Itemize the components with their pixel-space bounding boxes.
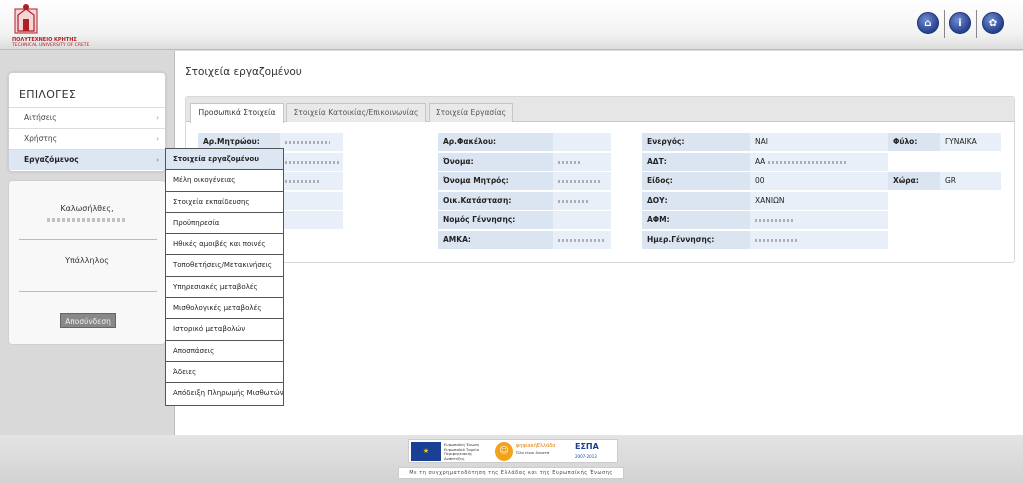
submenu-item-family-members[interactable]: Μέλη οικογένειας	[166, 170, 283, 192]
submenu-item-education[interactable]: Στοιχεία εκπαίδευσης	[166, 192, 283, 213]
divider	[19, 291, 157, 292]
main-content: Στοιχεία εργαζομένου Προσωπικά Στοιχεία …	[174, 51, 1023, 435]
value-tax-office: ΧΑΝΙΩΝ	[750, 192, 888, 210]
value-cell	[280, 192, 343, 210]
welcome-text: Καλωσήλθες,	[60, 204, 114, 213]
submenu-item-previous-service[interactable]: Προϋπηρεσία	[166, 213, 283, 235]
label-birth-prefecture: Νομός Γέννησης:	[438, 211, 553, 229]
employee-submenu: Στοιχεία εργαζομένου Μέλη οικογένειας Στ…	[165, 148, 284, 406]
settings-icon[interactable]: ✿	[982, 12, 1004, 34]
sidebar-item-label: Αιτήσεις	[24, 113, 57, 122]
header-divider	[944, 10, 945, 38]
sidebar-item-label: Εργαζόμενος	[24, 155, 79, 164]
eu-line: Ανάπτυξης	[444, 455, 465, 461]
eu-flag-icon: ★	[411, 442, 441, 461]
label-amka: ΑΜΚΑ:	[438, 231, 553, 249]
sidebar-item-user[interactable]: Χρήστης ›	[9, 128, 165, 149]
label-mother-name: Όνομα Μητρός:	[438, 172, 553, 190]
label-country: Χώρα:	[888, 172, 940, 190]
label-file-number: Αρ.Φακέλου:	[438, 133, 553, 151]
eu-text: Ευρωπαϊκή Ένωση Ευρωπαϊκό Ταμείο Περιφερ…	[444, 442, 479, 461]
value-birth-prefecture	[553, 211, 611, 229]
tab-personal[interactable]: Προσωπικά Στοιχεία	[190, 103, 284, 123]
logout-button[interactable]: Αποσύνδεση	[60, 313, 116, 328]
footer: ★ Ευρωπαϊκή Ένωση Ευρωπαϊκό Ταμείο Περιφ…	[0, 435, 1023, 483]
value-gender: ΓΥΝΑΙΚΑ	[940, 133, 1001, 151]
digital-greece-slogan: Όλα είναι δυνατά	[516, 450, 550, 455]
sidebar-item-employee[interactable]: Εργαζόμενος ›	[9, 149, 165, 170]
university-emblem-icon	[14, 4, 38, 34]
user-panel: Καλωσήλθες, Υπάλληλος Αποσύνδεση	[8, 180, 166, 345]
id-card-prefix: ΑΑ	[755, 157, 766, 166]
divider	[19, 239, 157, 240]
label-birth-date: Ημερ.Γέννησης:	[642, 231, 750, 249]
digital-greece-title: ψηφιακήΕλλάδα	[516, 443, 556, 449]
submenu-item-change-history[interactable]: Ιστορικό μεταβολών	[166, 319, 283, 341]
submenu-item-leaves[interactable]: Άδειες	[166, 362, 283, 384]
user-role: Υπάλληλος	[65, 256, 109, 265]
label-type: Είδος:	[642, 172, 750, 190]
value-cell	[280, 211, 343, 229]
info-icon[interactable]: i	[949, 12, 971, 34]
label-tax-number: ΑΦΜ:	[642, 211, 750, 229]
submenu-item-secondments[interactable]: Αποσπάσεις	[166, 341, 283, 362]
label-gender: Φύλο:	[888, 133, 940, 151]
username-redacted	[47, 218, 127, 222]
espa-logo: ΕΣΠΑ 2007-2013	[575, 442, 615, 461]
university-logo[interactable]: ΠΟΛΥΤΕΧΝΕΙΟ ΚΡΗΤΗΣ TECHNICAL UNIVERSITY …	[10, 3, 110, 48]
sidebar-item-label: Χρήστης	[24, 134, 58, 143]
funding-logos: ★ Ευρωπαϊκή Ένωση Ευρωπαϊκό Ταμείο Περιφ…	[408, 439, 618, 463]
tab-employment[interactable]: Στοιχεία Εργασίας	[429, 103, 513, 122]
value-tax-number	[750, 211, 888, 229]
label-first-name: Όνομα:	[438, 153, 553, 171]
value-amka	[553, 231, 611, 249]
cofunding-text: Με τη συγχρηματοδότηση της Ελλάδας και τ…	[398, 467, 624, 479]
label-active: Ενεργός:	[642, 133, 750, 151]
home-icon[interactable]: ⌂	[917, 12, 939, 34]
chevron-right-icon: ›	[156, 135, 159, 143]
submenu-item-service-changes[interactable]: Υπηρεσιακές μεταβολές	[166, 277, 283, 299]
submenu-item-payslip[interactable]: Απόδειξη Πληρωμής Μισθωτών	[166, 383, 283, 404]
value-mother-name	[553, 172, 611, 190]
submenu-item-placements-transfers[interactable]: Τοποθετήσεις/Μετακινήσεις	[166, 255, 283, 277]
value-birth-date	[750, 231, 888, 249]
page-title: Στοιχεία εργαζομένου	[185, 66, 302, 78]
espa-years: 2007-2013	[575, 454, 597, 459]
label-marital-status: Οικ.Κατάσταση:	[438, 192, 553, 210]
submenu-item-salary-changes[interactable]: Μισθολογικές μεταβολές	[166, 298, 283, 320]
value-registry-number	[280, 133, 343, 151]
digital-greece-icon: ☺	[495, 442, 513, 461]
value-active: ΝΑΙ	[750, 133, 888, 151]
header: ΠΟΛΥΤΕΧΝΕΙΟ ΚΡΗΤΗΣ TECHNICAL UNIVERSITY …	[0, 0, 1023, 50]
label-tax-office: ΔΟΥ:	[642, 192, 750, 210]
tab-bar: Προσωπικά Στοιχεία Στοιχεία Κατοικίας/Επ…	[186, 97, 1014, 123]
value-country: GR	[940, 172, 1001, 190]
chevron-right-icon: ›	[156, 114, 159, 122]
value-cell	[280, 172, 343, 190]
submenu-item-rewards-penalties[interactable]: Ηθικές αμοιβές και ποινές	[166, 234, 283, 256]
options-panel: ΕΠΙΛΟΓΕΣ Αιτήσεις › Χρήστης › Εργαζόμενο…	[8, 72, 166, 172]
value-type: 00	[750, 172, 888, 190]
tab-residence-contact[interactable]: Στοιχεία Κατοικίας/Επικοινωνίας	[286, 103, 426, 122]
logo-subtitle: TECHNICAL UNIVERSITY OF CRETE	[12, 43, 90, 48]
value-marital-status	[553, 192, 611, 210]
submenu-item-employee-details[interactable]: Στοιχεία εργαζομένου	[166, 149, 283, 171]
chevron-right-icon: ›	[156, 156, 159, 164]
label-id-card: ΑΔΤ:	[642, 153, 750, 171]
header-divider	[976, 10, 977, 38]
sidebar-item-applications[interactable]: Αιτήσεις ›	[9, 107, 165, 128]
value-file-number	[553, 133, 611, 151]
espa-title: ΕΣΠΑ	[575, 442, 599, 451]
value-id-card: ΑΑ	[750, 153, 888, 171]
options-title: ΕΠΙΛΟΓΕΣ	[19, 88, 77, 101]
employee-details-panel: Προσωπικά Στοιχεία Στοιχεία Κατοικίας/Επ…	[185, 96, 1015, 263]
value-first-name	[553, 153, 611, 171]
value-cell	[280, 153, 343, 171]
